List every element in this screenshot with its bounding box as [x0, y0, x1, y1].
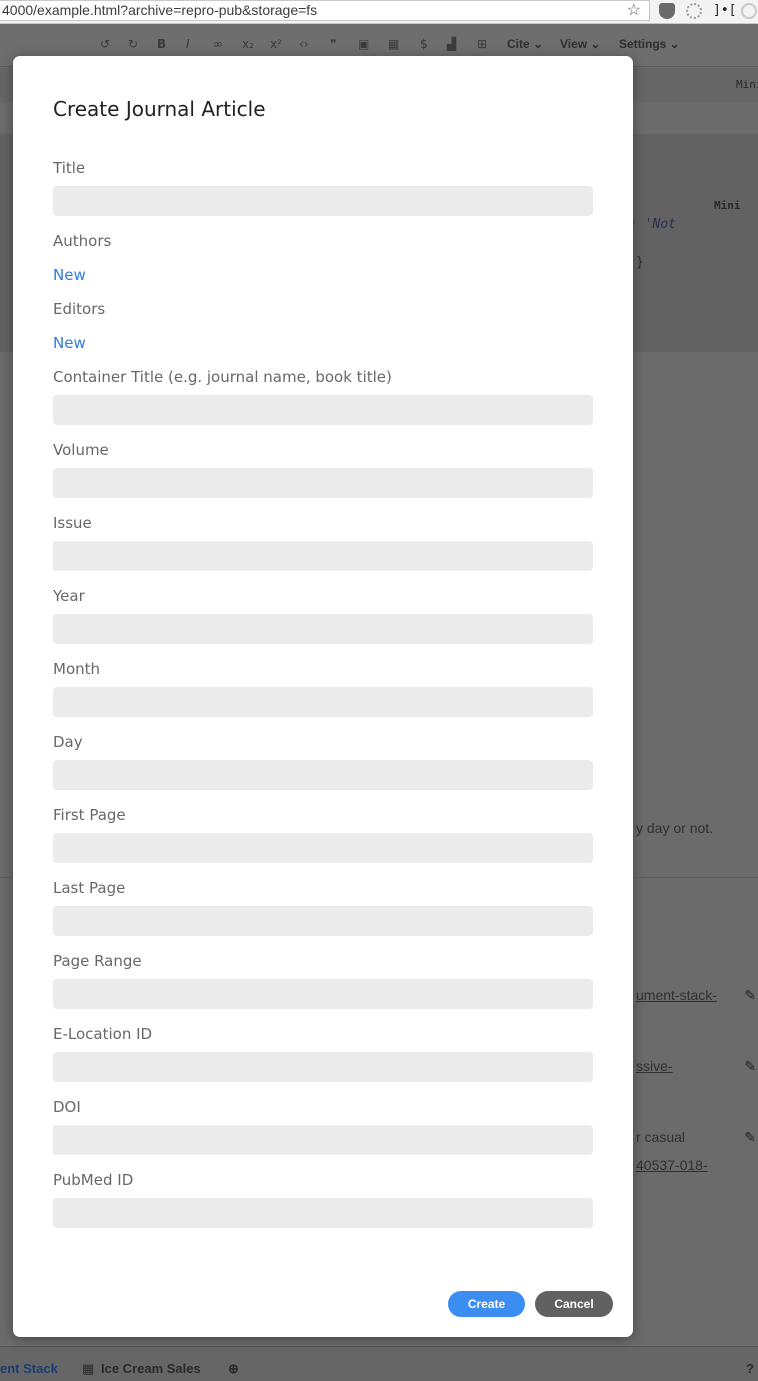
cite-menu-label: Cite	[507, 37, 530, 51]
page-range-label: Page Range	[53, 952, 142, 970]
volume-input[interactable]	[53, 468, 593, 498]
new-author-link[interactable]: New	[53, 266, 86, 284]
title-label: Title	[53, 159, 86, 177]
math-icon[interactable]: $	[420, 37, 428, 51]
month-label: Month	[53, 660, 101, 678]
tab-ice-cream-sales[interactable]: Ice Cream Sales	[101, 1361, 201, 1376]
help-icon[interactable]: ?	[746, 1361, 754, 1376]
quote-icon[interactable]: ❞	[330, 37, 336, 51]
elocation-id-label: E-Location ID	[53, 1025, 153, 1043]
mini-label: Mini	[736, 78, 758, 91]
subscript-icon[interactable]: x₂	[242, 37, 254, 51]
insert-icon[interactable]: ⊞	[477, 37, 487, 51]
react-extension-icon[interactable]	[686, 3, 702, 19]
day-input[interactable]	[53, 760, 593, 790]
create-button[interactable]: Create	[448, 1291, 525, 1317]
document-tabs: ent Stack ▦ Ice Cream Sales ⊕ ?	[0, 1346, 758, 1381]
elocation-id-input[interactable]	[53, 1052, 593, 1082]
last-page-label: Last Page	[53, 879, 126, 897]
pubmed-id-input[interactable]	[53, 1198, 593, 1228]
bold-icon[interactable]: B	[157, 37, 166, 51]
address-bar[interactable]: 4000/example.html?archive=repro-pub&stor…	[0, 0, 650, 21]
editors-label: Editors	[53, 300, 106, 318]
italic-icon[interactable]: I	[186, 37, 190, 51]
last-page-input[interactable]	[53, 906, 593, 936]
dialog-title: Create Journal Article	[53, 97, 266, 121]
create-journal-article-dialog: Create Journal Article Title Authors New…	[13, 56, 633, 1337]
superscript-icon[interactable]: x²	[270, 37, 282, 51]
container-title-input[interactable]	[53, 395, 593, 425]
table-icon[interactable]: ▦	[388, 37, 399, 51]
pubmed-id-label: PubMed ID	[53, 1171, 134, 1189]
chart-icon[interactable]: ▟	[447, 37, 456, 51]
background-text: r casual	[636, 1129, 686, 1145]
circle-extension-icon[interactable]	[741, 3, 757, 19]
undo-icon[interactable]: ↺	[100, 37, 110, 51]
background-link[interactable]: ssive-	[636, 1058, 673, 1074]
bracket-extension-icon[interactable]: ]•[	[713, 3, 736, 19]
background-link[interactable]: ument-stack-	[636, 987, 717, 1003]
code-line: : 'Not	[629, 217, 676, 232]
settings-menu[interactable]: Settings ⌄	[619, 37, 680, 51]
background-link[interactable]: 40537-018-	[636, 1157, 708, 1173]
year-label: Year	[53, 587, 85, 605]
url-text: 4000/example.html?archive=repro-pub&stor…	[2, 2, 318, 18]
page-range-input[interactable]	[53, 979, 593, 1009]
add-tab-icon[interactable]: ⊕	[228, 1361, 239, 1377]
doi-input[interactable]	[53, 1125, 593, 1155]
star-icon[interactable]: ☆	[627, 1, 641, 21]
link-icon[interactable]: ∞	[213, 37, 223, 51]
view-menu-label: View	[560, 37, 588, 51]
pencil-icon[interactable]: ✎	[744, 1058, 756, 1075]
browser-toolbar: 4000/example.html?archive=repro-pub&stor…	[0, 0, 758, 24]
pencil-icon[interactable]: ✎	[744, 987, 756, 1004]
cancel-button[interactable]: Cancel	[535, 1291, 613, 1317]
issue-label: Issue	[53, 514, 92, 532]
new-editor-link[interactable]: New	[53, 334, 86, 352]
background-text: y day or not.	[636, 820, 714, 836]
redo-icon[interactable]: ↻	[128, 37, 138, 51]
month-input[interactable]	[53, 687, 593, 717]
cite-menu[interactable]: Cite ⌄	[507, 37, 543, 51]
view-menu[interactable]: View ⌄	[560, 37, 601, 51]
issue-input[interactable]	[53, 541, 593, 571]
image-icon[interactable]: ▣	[358, 37, 369, 51]
pencil-icon[interactable]: ✎	[744, 1129, 756, 1146]
authors-label: Authors	[53, 232, 112, 250]
tab-document-stack[interactable]: ent Stack	[0, 1361, 58, 1376]
container-title-label: Container Title (e.g. journal name, book…	[53, 368, 392, 386]
table-icon: ▦	[82, 1361, 95, 1376]
day-label: Day	[53, 733, 83, 751]
first-page-label: First Page	[53, 806, 126, 824]
doi-label: DOI	[53, 1098, 81, 1116]
settings-menu-label: Settings	[619, 37, 667, 51]
mini-code-label: Mini	[714, 199, 741, 212]
code-line: }	[636, 255, 644, 270]
shield-extension-icon[interactable]	[659, 3, 675, 19]
volume-label: Volume	[53, 441, 109, 459]
first-page-input[interactable]	[53, 833, 593, 863]
code-icon[interactable]: ‹›	[299, 37, 309, 51]
title-input[interactable]	[53, 186, 593, 216]
year-input[interactable]	[53, 614, 593, 644]
